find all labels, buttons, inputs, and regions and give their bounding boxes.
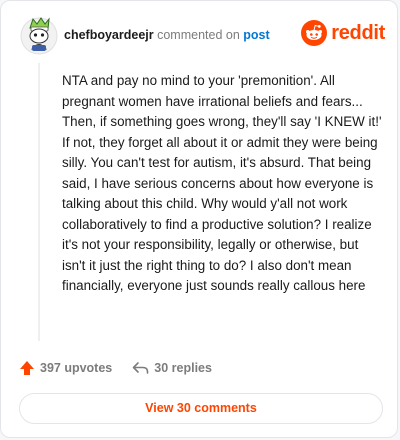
upvote-button[interactable]: 397 upvotes (19, 360, 112, 376)
comment-body: NTA and pay no mind to your 'premonition… (62, 73, 382, 293)
comment-byline: chefboyardeejr commented on post (64, 28, 270, 43)
user-avatar-icon[interactable] (19, 15, 59, 55)
post-link[interactable]: post (243, 28, 269, 42)
comment-header: chefboyardeejr commented on post reddit (19, 15, 385, 55)
comment-card: chefboyardeejr commented on post reddit … (0, 0, 398, 438)
upvote-count: 397 upvotes (40, 361, 113, 375)
replies-count: 30 replies (154, 361, 212, 375)
reddit-wordmark: reddit (331, 21, 385, 44)
upvote-arrow-icon (20, 361, 34, 375)
comment-actions: 397 upvotes 30 replies (19, 358, 232, 378)
view-comments-button[interactable]: View 30 comments (19, 393, 383, 424)
reddit-logo-icon (301, 20, 328, 46)
reply-arrow-icon (132, 362, 149, 374)
thread-line[interactable] (38, 63, 40, 341)
commented-on-text: commented on (157, 28, 240, 42)
replies-button[interactable]: 30 replies (132, 360, 212, 376)
username[interactable]: chefboyardeejr (64, 28, 154, 42)
reddit-logo[interactable]: reddit (301, 20, 385, 46)
